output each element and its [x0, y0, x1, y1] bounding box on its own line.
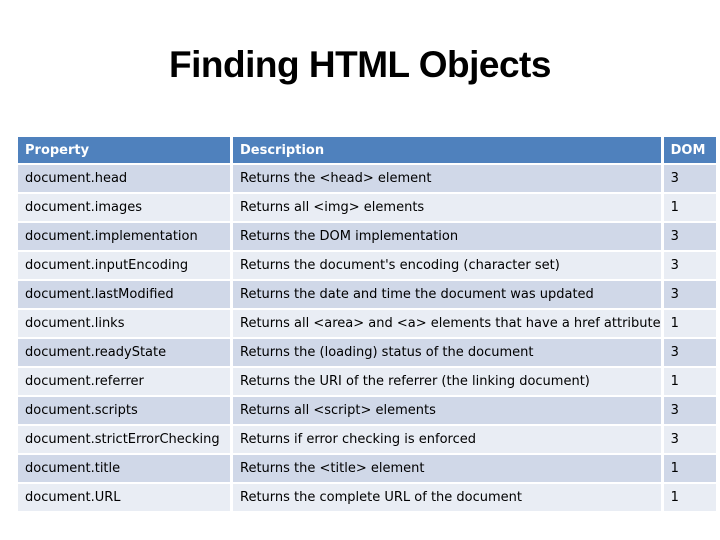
- cell-dom: 3: [663, 397, 716, 426]
- slide-title: Finding HTML Objects: [169, 44, 551, 85]
- cell-description: Returns all <img> elements: [233, 194, 664, 223]
- cell-description: Returns the date and time the document w…: [233, 281, 664, 310]
- cell-property: document.referrer: [18, 368, 233, 397]
- table-row: document.implementation Returns the DOM i…: [18, 223, 716, 252]
- cell-property: document.lastModified: [18, 281, 233, 310]
- header-description: Description: [233, 137, 664, 165]
- table-row: document.title Returns the <title> elemen…: [18, 455, 716, 484]
- cell-dom: 3: [663, 223, 716, 252]
- cell-dom: 1: [663, 310, 716, 339]
- table-row: document.inputEncoding Returns the docume…: [18, 252, 716, 281]
- table-row: document.strictErrorChecking Returns if e…: [18, 426, 716, 455]
- cell-dom: 1: [663, 455, 716, 484]
- cell-description: Returns the URI of the referrer (the lin…: [233, 368, 664, 397]
- table-row: document.readyState Returns the (loading)…: [18, 339, 716, 368]
- table-row: document.referrer Returns the URI of the …: [18, 368, 716, 397]
- cell-dom: 1: [663, 194, 716, 223]
- table-body: document.head Returns the <head> element 3…: [18, 165, 716, 513]
- cell-property: document.implementation: [18, 223, 233, 252]
- cell-description: Returns all <area> and <a> elements that…: [233, 310, 664, 339]
- cell-description: Returns all <script> elements: [233, 397, 664, 426]
- cell-dom: 3: [663, 252, 716, 281]
- cell-property: document.head: [18, 165, 233, 194]
- cell-dom: 1: [663, 368, 716, 397]
- cell-property: document.title: [18, 455, 233, 484]
- cell-description: Returns if error checking is enforced: [233, 426, 664, 455]
- table-row: document.URL Returns the complete URL of …: [18, 484, 716, 513]
- cell-property: document.images: [18, 194, 233, 223]
- cell-description: Returns the <title> element: [233, 455, 664, 484]
- cell-dom: 3: [663, 426, 716, 455]
- table-row: document.head Returns the <head> element 3: [18, 165, 716, 194]
- header-dom: DOM: [663, 137, 716, 165]
- properties-table: Property Description DOM document.head Re…: [18, 137, 716, 513]
- table-header-row: Property Description DOM: [18, 137, 716, 165]
- table-row: document.lastModified Returns the date an…: [18, 281, 716, 310]
- table-row: document.scripts Returns all <script> ele…: [18, 397, 716, 426]
- table-row: document.images Returns all <img> element…: [18, 194, 716, 223]
- cell-property: document.scripts: [18, 397, 233, 426]
- header-property: Property: [18, 137, 233, 165]
- cell-description: Returns the <head> element: [233, 165, 664, 194]
- table-row: document.links Returns all <area> and <a>…: [18, 310, 716, 339]
- cell-description: Returns the complete URL of the document: [233, 484, 664, 513]
- cell-property: document.inputEncoding: [18, 252, 233, 281]
- cell-description: Returns the document's encoding (charact…: [233, 252, 664, 281]
- cell-property: document.links: [18, 310, 233, 339]
- cell-description: Returns the DOM implementation: [233, 223, 664, 252]
- cell-property: document.readyState: [18, 339, 233, 368]
- cell-property: document.URL: [18, 484, 233, 513]
- cell-dom: 1: [663, 484, 716, 513]
- cell-dom: 3: [663, 281, 716, 310]
- cell-dom: 3: [663, 339, 716, 368]
- cell-dom: 3: [663, 165, 716, 194]
- cell-property: document.strictErrorChecking: [18, 426, 233, 455]
- cell-description: Returns the (loading) status of the docu…: [233, 339, 664, 368]
